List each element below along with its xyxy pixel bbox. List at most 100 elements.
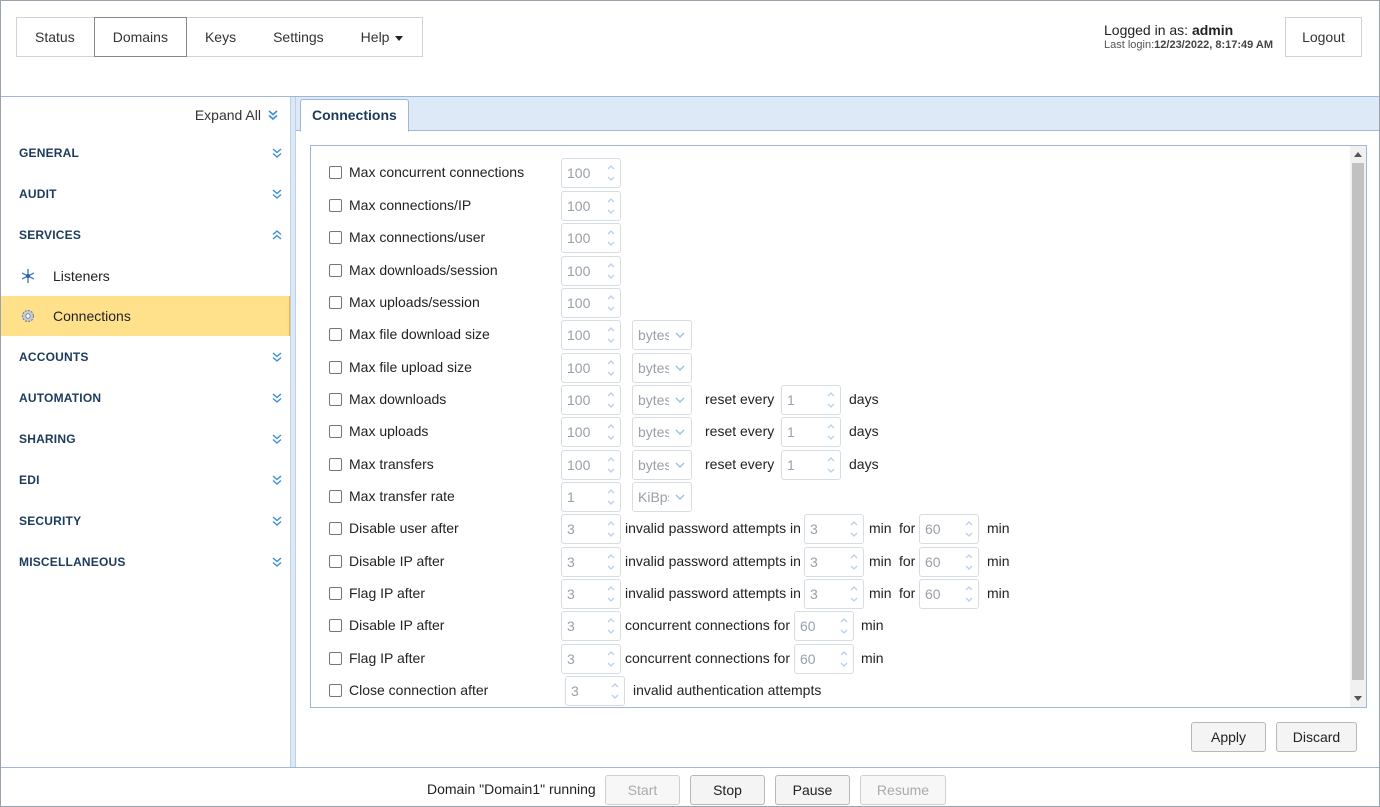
panel-scrollbar[interactable] — [1350, 146, 1366, 707]
value-spinner[interactable]: 100 — [561, 450, 621, 480]
spinner-arrows-icon[interactable] — [964, 551, 974, 573]
discard-button[interactable]: Discard — [1276, 722, 1357, 752]
value-spinner[interactable]: 3 — [561, 644, 621, 674]
window-spinner[interactable]: 3 — [804, 547, 864, 577]
spinner-arrows-icon[interactable] — [964, 583, 974, 605]
sidebar-splitter[interactable] — [290, 97, 296, 767]
sidebar-section-accounts[interactable]: ACCOUNTS — [1, 336, 291, 377]
sidebar-section-general[interactable]: GENERAL — [1, 132, 291, 173]
value-spinner[interactable]: 100 — [561, 288, 621, 318]
scroll-up-arrow-icon[interactable] — [1354, 152, 1362, 157]
value-spinner[interactable]: 100 — [561, 158, 621, 188]
sidebar-section-services[interactable]: SERVICES — [1, 214, 291, 255]
spinner-arrows-icon[interactable] — [606, 324, 616, 346]
spinner-arrows-icon[interactable] — [606, 292, 616, 314]
unit-select[interactable]: bytes — [632, 450, 692, 480]
spinner-arrows-icon[interactable] — [606, 454, 616, 476]
sidebar-section-audit[interactable]: AUDIT — [1, 173, 291, 214]
sidebar-item-listeners[interactable]: Listeners — [1, 256, 291, 296]
spinner-arrows-icon[interactable] — [839, 648, 849, 670]
enable-checkbox[interactable] — [329, 652, 342, 665]
enable-checkbox[interactable] — [329, 393, 342, 406]
value-spinner[interactable]: 3 — [561, 547, 621, 577]
logout-button[interactable]: Logout — [1285, 17, 1362, 57]
tab-connections[interactable]: Connections — [300, 99, 409, 132]
reset-spinner[interactable]: 1 — [781, 450, 841, 480]
enable-checkbox[interactable] — [329, 587, 342, 600]
window-spinner[interactable]: 3 — [804, 514, 864, 544]
value-spinner[interactable]: 1 — [561, 482, 621, 512]
start-button[interactable]: Start — [605, 775, 680, 805]
value-spinner[interactable]: 100 — [561, 385, 621, 415]
spinner-arrows-icon[interactable] — [606, 195, 616, 217]
duration-spinner[interactable]: 60 — [794, 644, 854, 674]
sidebar-section-automation[interactable]: AUTOMATION — [1, 377, 291, 418]
spinner-arrows-icon[interactable] — [606, 518, 616, 540]
nav-keys[interactable]: Keys — [187, 18, 255, 56]
value-spinner[interactable]: 100 — [561, 191, 621, 221]
spinner-arrows-icon[interactable] — [849, 583, 859, 605]
spinner-arrows-icon[interactable] — [606, 421, 616, 443]
spinner-arrows-icon[interactable] — [606, 583, 616, 605]
scrollbar-thumb[interactable] — [1352, 163, 1364, 680]
value-spinner[interactable]: 100 — [561, 353, 621, 383]
spinner-arrows-icon[interactable] — [606, 389, 616, 411]
spinner-arrows-icon[interactable] — [610, 680, 620, 702]
enable-checkbox[interactable] — [329, 425, 342, 438]
value-spinner[interactable]: 100 — [561, 223, 621, 253]
spinner-arrows-icon[interactable] — [826, 421, 836, 443]
nav-help[interactable]: Help — [343, 18, 423, 56]
spinner-arrows-icon[interactable] — [606, 486, 616, 508]
enable-checkbox[interactable] — [329, 296, 342, 309]
scroll-down-arrow-icon[interactable] — [1354, 696, 1362, 701]
value-spinner[interactable]: 3 — [565, 676, 625, 706]
unit-select[interactable]: bytes — [632, 320, 692, 350]
spinner-arrows-icon[interactable] — [606, 615, 616, 637]
unit-select[interactable]: bytes — [632, 385, 692, 415]
spinner-arrows-icon[interactable] — [964, 518, 974, 540]
enable-checkbox[interactable] — [329, 555, 342, 568]
value-spinner[interactable]: 100 — [561, 417, 621, 447]
value-spinner[interactable]: 100 — [561, 256, 621, 286]
spinner-arrows-icon[interactable] — [606, 227, 616, 249]
apply-button[interactable]: Apply — [1191, 722, 1266, 752]
unit-select[interactable]: bytes — [632, 417, 692, 447]
spinner-arrows-icon[interactable] — [606, 162, 616, 184]
enable-checkbox[interactable] — [329, 264, 342, 277]
duration-spinner[interactable]: 60 — [919, 547, 979, 577]
spinner-arrows-icon[interactable] — [606, 260, 616, 282]
duration-spinner[interactable]: 60 — [919, 579, 979, 609]
sidebar-section-miscellaneous[interactable]: MISCELLANEOUS — [1, 541, 291, 582]
enable-checkbox[interactable] — [329, 361, 342, 374]
stop-button[interactable]: Stop — [690, 775, 765, 805]
nav-settings[interactable]: Settings — [255, 18, 343, 56]
spinner-arrows-icon[interactable] — [839, 615, 849, 637]
enable-checkbox[interactable] — [329, 328, 342, 341]
enable-checkbox[interactable] — [329, 199, 342, 212]
sidebar-item-connections[interactable]: Connections — [1, 296, 291, 336]
value-spinner[interactable]: 3 — [561, 611, 621, 641]
spinner-arrows-icon[interactable] — [606, 551, 616, 573]
value-spinner[interactable]: 100 — [561, 320, 621, 350]
expand-all-button[interactable]: Expand All — [195, 107, 279, 123]
duration-spinner[interactable]: 60 — [794, 611, 854, 641]
enable-checkbox[interactable] — [329, 619, 342, 632]
value-spinner[interactable]: 3 — [561, 579, 621, 609]
window-spinner[interactable]: 3 — [804, 579, 864, 609]
reset-spinner[interactable]: 1 — [781, 417, 841, 447]
spinner-arrows-icon[interactable] — [606, 357, 616, 379]
enable-checkbox[interactable] — [329, 490, 342, 503]
spinner-arrows-icon[interactable] — [826, 389, 836, 411]
duration-spinner[interactable]: 60 — [919, 514, 979, 544]
unit-select[interactable]: bytes — [632, 353, 692, 383]
spinner-arrows-icon[interactable] — [849, 518, 859, 540]
resume-button[interactable]: Resume — [860, 775, 946, 805]
spinner-arrows-icon[interactable] — [849, 551, 859, 573]
enable-checkbox[interactable] — [329, 458, 342, 471]
enable-checkbox[interactable] — [329, 684, 342, 697]
enable-checkbox[interactable] — [329, 522, 342, 535]
sidebar-section-security[interactable]: SECURITY — [1, 500, 291, 541]
spinner-arrows-icon[interactable] — [826, 454, 836, 476]
enable-checkbox[interactable] — [329, 166, 342, 179]
enable-checkbox[interactable] — [329, 231, 342, 244]
